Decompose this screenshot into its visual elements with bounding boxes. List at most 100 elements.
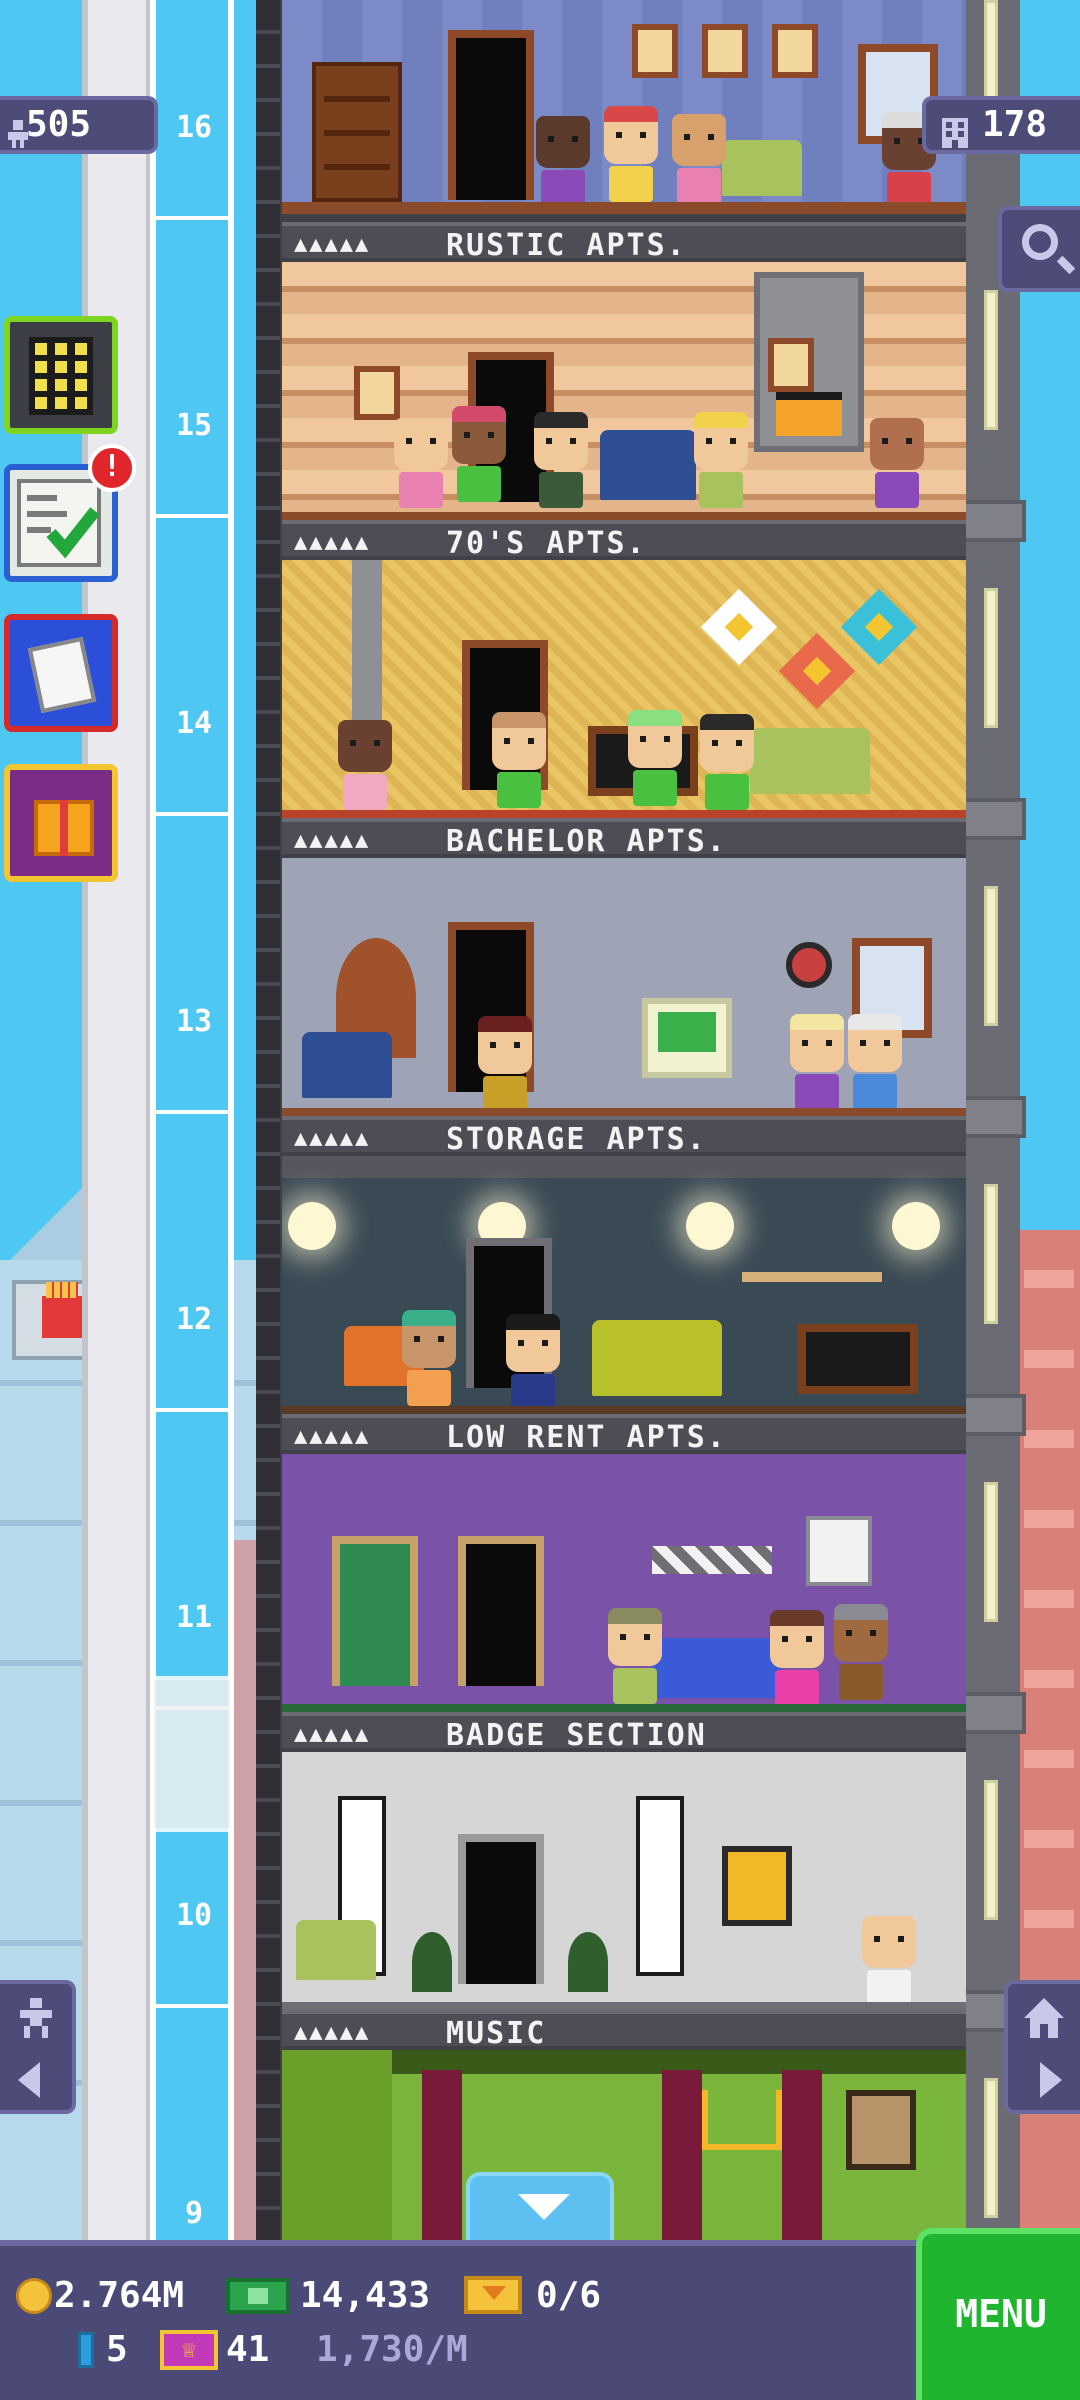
magnifier-icon [1022, 224, 1058, 260]
population-value: 505 [26, 104, 92, 145]
income-rate: 1,730/M [316, 2329, 468, 2370]
bitizen[interactable] [628, 710, 682, 806]
gift-button[interactable] [4, 764, 118, 882]
bitizen[interactable] [394, 418, 448, 508]
bitizen[interactable] [834, 1604, 888, 1700]
flower-decoration [700, 588, 778, 666]
elevator-floor-number: 9 [184, 2196, 204, 2231]
floor-storage-apts[interactable] [282, 858, 966, 1120]
flower-decoration [840, 588, 918, 666]
armchair [722, 140, 802, 196]
floor-count-counter[interactable]: 178 [922, 96, 1080, 154]
calendar-button[interactable] [4, 614, 118, 732]
bitizen[interactable] [700, 714, 754, 810]
floor-count-value: 178 [982, 104, 1048, 145]
armchair [302, 1032, 392, 1098]
floor-badge-section[interactable] [282, 1454, 966, 1716]
bitizen[interactable] [848, 1014, 902, 1110]
elevator-floor-number: 16 [175, 110, 213, 145]
floor-partial-bottom[interactable] [282, 2050, 966, 2240]
bitizen[interactable] [770, 1610, 824, 1706]
elevator-car[interactable] [150, 1676, 234, 1832]
bitizen[interactable] [870, 418, 924, 508]
menu-button[interactable]: MENU [916, 2228, 1080, 2400]
calendar-icon [27, 636, 97, 714]
floor-stars: ▲▲▲▲▲ [294, 828, 371, 853]
elevator-home-button[interactable] [1004, 1980, 1080, 2114]
bux-icon [226, 2278, 290, 2314]
home-icon [1024, 1998, 1064, 2038]
picture-frame [702, 24, 748, 78]
building-grid-icon [29, 337, 93, 415]
population-counter[interactable]: 505 [0, 96, 158, 154]
wall-panel [662, 2070, 702, 2240]
floor-label: ▲▲▲▲▲ BACHELOR APTS. [282, 818, 966, 859]
floor-low-rent-apts[interactable] [282, 1156, 966, 1418]
floor-label: ▲▲▲▲▲ 70'S APTS. [282, 520, 966, 561]
floor-name: STORAGE APTS. [446, 1122, 707, 1157]
bitizen[interactable] [506, 1314, 560, 1410]
bitizen[interactable] [338, 720, 392, 810]
bitizen[interactable] [536, 116, 590, 206]
floor-stars: ▲▲▲▲▲ [294, 232, 371, 257]
elevator-floor-number: 10 [175, 1898, 213, 1933]
tickets-value: 0/6 [536, 2275, 602, 2316]
bitizen[interactable] [452, 406, 506, 502]
armchair [296, 1920, 376, 1980]
potted-plant [568, 1932, 608, 1992]
bitizen[interactable] [608, 1608, 662, 1704]
elevator-floor-number: 15 [175, 408, 213, 443]
floor-stars: ▲▲▲▲▲ [294, 1424, 371, 1449]
floor-tick [156, 812, 228, 816]
floor-tick [156, 1408, 228, 1412]
floor-bachelor-apts[interactable] [282, 560, 966, 822]
armchair [600, 430, 696, 500]
bitizen[interactable] [672, 114, 726, 204]
couch [592, 1320, 722, 1396]
floor-label: ▲▲▲▲▲ BADGE SECTION [282, 1712, 966, 1753]
tower-overview-button[interactable] [4, 316, 118, 434]
scroll-down-button[interactable] [466, 2172, 614, 2240]
bitizen[interactable] [492, 712, 546, 808]
elevator-person-icon [16, 1998, 56, 2038]
bitizen[interactable] [790, 1014, 844, 1110]
search-button[interactable] [998, 206, 1080, 292]
bitizen[interactable] [604, 106, 658, 202]
chandelier [702, 2090, 782, 2150]
floor-stars: ▲▲▲▲▲ [294, 530, 371, 555]
dartboard [786, 942, 832, 988]
bitizen[interactable] [862, 1916, 916, 2006]
bitizen[interactable] [478, 1016, 532, 1112]
bookshelf [312, 62, 402, 202]
floor-music[interactable] [282, 1752, 966, 2014]
computer [642, 998, 732, 1078]
arrow-left-icon [18, 2062, 40, 2098]
floor-name: RUSTIC APTS. [446, 228, 687, 263]
floor-name: 70'S APTS. [446, 526, 647, 561]
potted-plant [412, 1932, 452, 1992]
arrow-right-icon [1040, 2062, 1062, 2098]
picture-frame [722, 1846, 792, 1926]
picture-frame [632, 24, 678, 78]
building-icon [942, 112, 970, 148]
coins-value: 2.764M [54, 2275, 185, 2316]
apartment-door [458, 1834, 544, 1984]
bitizen[interactable] [534, 412, 588, 508]
picture-frame [772, 24, 818, 78]
floor-name: MUSIC [446, 2016, 547, 2051]
pillar [636, 1796, 684, 1976]
bitizen[interactable] [694, 412, 748, 508]
floor-70s-apts[interactable] [282, 262, 966, 524]
floor-tick [156, 1110, 228, 1114]
curtain [282, 2050, 392, 2240]
couch [652, 1638, 782, 1698]
bitizen[interactable] [402, 1310, 456, 1406]
floor-tick [156, 514, 228, 518]
wall-sign [652, 1546, 772, 1574]
elevator-down-button[interactable] [0, 1980, 76, 2114]
floor-rustic-apts[interactable] [282, 0, 966, 214]
elevator-floor-number: 11 [175, 1600, 213, 1635]
floor-label: ▲▲▲▲▲ LOW RENT APTS. [282, 1414, 966, 1455]
floor-label: ▲▲▲▲▲ STORAGE APTS. [282, 1116, 966, 1157]
bux-value: 14,433 [300, 2275, 431, 2316]
